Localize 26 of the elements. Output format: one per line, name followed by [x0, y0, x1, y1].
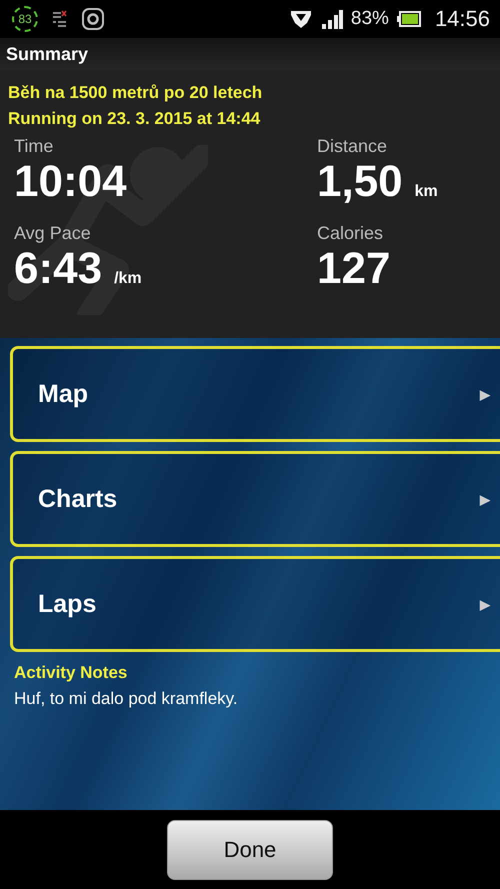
menu-button[interactable]: Map ▶: [10, 346, 500, 442]
battery-icon: [396, 11, 421, 27]
notification-badge: 83: [12, 6, 38, 32]
stat-value: 127: [317, 244, 390, 294]
stat-value: 6:43: [14, 244, 102, 294]
notes-text: Huf, to mi dalo pod kramfleky.: [14, 689, 239, 709]
stat-label: Time: [14, 136, 54, 157]
activity-name: Běh na 1500 metrů po 20 letech: [8, 82, 264, 104]
activity-subtitle: Running on 23. 3. 2015 at 14:44: [8, 108, 262, 130]
stat-label: Avg Pace: [14, 223, 92, 244]
stat-label: Calories: [317, 223, 384, 244]
screen-title: Summary: [6, 44, 88, 64]
notes-title: Activity Notes: [14, 663, 128, 683]
done-button[interactable]: Done: [167, 820, 333, 880]
signal-icon: [320, 9, 343, 29]
shield-icon: [288, 9, 313, 29]
stat-label: Distance: [317, 136, 388, 157]
stat-unit: km: [414, 183, 438, 201]
stat-unit: /km: [114, 270, 142, 288]
menu-button[interactable]: Laps ▶: [10, 556, 500, 652]
stat-value: 1,50: [317, 157, 403, 207]
battery-percent: 83%: [350, 8, 389, 30]
menu-button[interactable]: Charts ▶: [10, 451, 500, 547]
list-icon: [52, 10, 68, 28]
stat-value: 10:04: [14, 157, 127, 207]
clock: 14:56: [434, 6, 490, 32]
